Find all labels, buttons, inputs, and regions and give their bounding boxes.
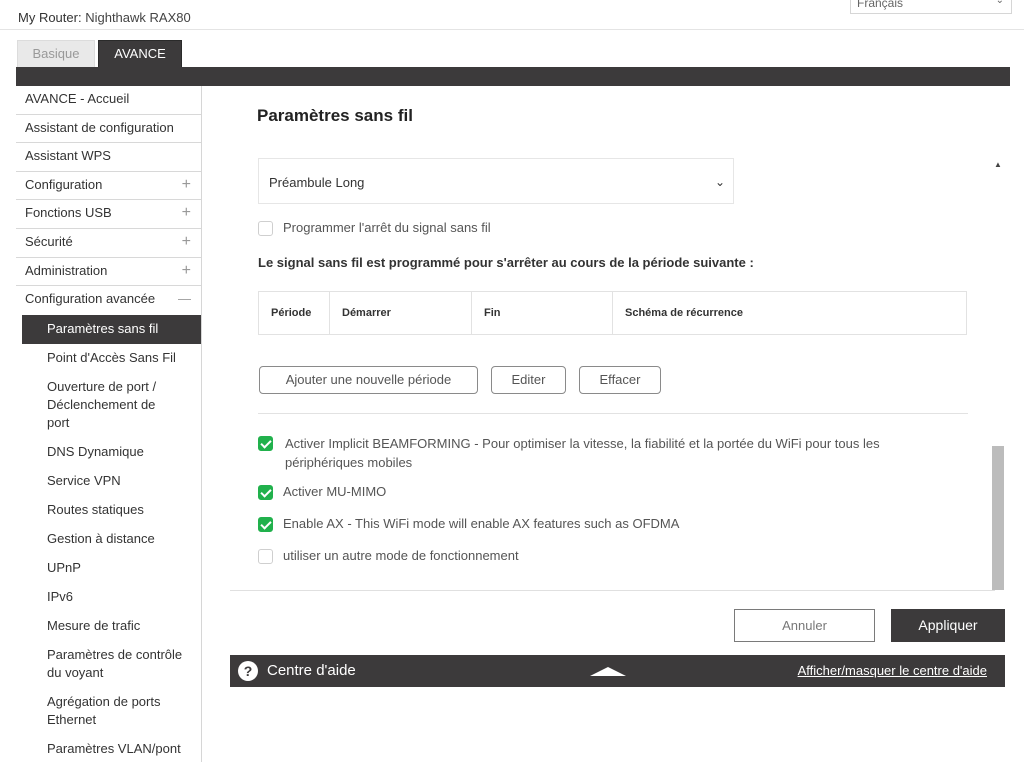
sidebar-item-configuration[interactable]: Configuration +: [16, 172, 201, 201]
sidebar-subitem-upnp[interactable]: UPnP: [16, 554, 201, 583]
schedule-table: Période Démarrer Fin Schéma de récurrenc…: [258, 291, 967, 335]
sidebar-item-label: Assistant WPS: [25, 148, 111, 164]
tab-bar-strip: [16, 67, 1010, 86]
sidebar-subitem-static-routes[interactable]: Routes statiques: [16, 496, 201, 525]
other-mode-row[interactable]: utiliser un autre mode de fonctionnement: [258, 548, 519, 565]
chevron-down-icon: ⌄: [714, 175, 725, 189]
mumimo-row[interactable]: Activer MU-MIMO: [258, 484, 387, 501]
sidebar-subitem-wireless-settings[interactable]: Paramètres sans fil: [22, 314, 201, 344]
sidebar-subitem-vpn[interactable]: Service VPN: [16, 467, 201, 496]
table-header-period: Période: [258, 291, 330, 335]
beamforming-checkbox[interactable]: [258, 436, 273, 451]
router-model: Nighthawk RAX80: [85, 10, 191, 25]
other-mode-checkbox[interactable]: [258, 549, 273, 565]
schedule-off-row[interactable]: Programmer l'arrêt du signal sans fil: [258, 220, 491, 237]
sidebar-item-label: Administration: [25, 262, 108, 278]
scroll-up-icon[interactable]: ▲: [994, 160, 1002, 169]
beamforming-label: Activer Implicit BEAMFORMING - Pour opti…: [285, 436, 880, 470]
sidebar-item-usb[interactable]: Fonctions USB +: [16, 200, 201, 229]
sidebar-item-label: Configuration avancée: [25, 291, 156, 307]
divider: [258, 413, 968, 414]
enable-ax-label: Enable AX - This WiFi mode will enable A…: [283, 516, 680, 531]
sidebar-item-label: Sécurité: [25, 233, 73, 249]
schedule-off-checkbox[interactable]: [258, 221, 273, 237]
sidebar-item-administration[interactable]: Administration +: [16, 258, 201, 287]
router-name: My Router: Nighthawk RAX80: [18, 10, 191, 25]
sidebar: AVANCE - Accueil Assistant de configurat…: [16, 86, 202, 762]
sidebar-item-advanced-setup[interactable]: Configuration avancée —: [16, 286, 201, 315]
sidebar-item-label: AVANCE - Accueil: [25, 91, 130, 106]
table-header-end: Fin: [471, 291, 613, 335]
mumimo-checkbox[interactable]: [258, 485, 273, 501]
sidebar-subitem-remote-management[interactable]: Gestion à distance: [16, 525, 201, 554]
table-header-row: Période Démarrer Fin Schéma de récurrenc…: [258, 291, 967, 335]
router-label: My Router:: [18, 10, 82, 25]
schedule-title: Le signal sans fil est programmé pour s'…: [258, 255, 754, 270]
other-mode-label: utiliser un autre mode de fonctionnement: [283, 548, 519, 563]
sidebar-subitem-wireless-ap[interactable]: Point d'Accès Sans Fil: [16, 344, 201, 373]
expand-icon[interactable]: +: [182, 172, 191, 198]
expand-icon[interactable]: +: [182, 258, 191, 284]
language-value: Français: [857, 0, 904, 10]
sidebar-item-wps-wizard[interactable]: Assistant WPS: [16, 143, 201, 172]
sidebar-item-setup-wizard[interactable]: Assistant de configuration: [16, 115, 201, 144]
enable-ax-checkbox[interactable]: [258, 517, 273, 533]
edit-button[interactable]: Editer: [491, 366, 566, 394]
help-center-bar: ? Centre d'aide Afficher/masquer le cent…: [230, 655, 1005, 687]
expand-up-icon[interactable]: [590, 667, 626, 676]
sidebar-subitem-port-forwarding[interactable]: Ouverture de port / Déclenchement de por…: [16, 373, 201, 438]
sidebar-item-security[interactable]: Sécurité +: [16, 229, 201, 258]
sidebar-item-label: Configuration: [25, 176, 103, 192]
panel-bottom-divider: [230, 590, 995, 591]
tab-basic[interactable]: Basique: [17, 40, 95, 67]
add-period-button[interactable]: Ajouter une nouvelle période: [259, 366, 478, 394]
expand-icon[interactable]: +: [182, 200, 191, 226]
sidebar-item-label: Assistant de configuration: [25, 119, 174, 135]
sidebar-item-label: Fonctions USB: [25, 205, 112, 221]
sidebar-subitem-port-aggregation[interactable]: Agrégation de ports Ethernet: [16, 688, 201, 735]
language-select[interactable]: Français ⌄: [850, 0, 1012, 14]
schedule-off-label: Programmer l'arrêt du signal sans fil: [283, 220, 491, 235]
scrollbar-thumb[interactable]: [992, 446, 1004, 590]
help-icon[interactable]: ?: [238, 661, 258, 681]
delete-button[interactable]: Effacer: [579, 366, 661, 394]
chevron-down-icon: ⌄: [995, 0, 1004, 6]
help-toggle-link[interactable]: Afficher/masquer le centre d'aide: [798, 663, 987, 678]
settings-panel: Préambule Long ⌄ Programmer l'arrêt du s…: [230, 150, 1005, 590]
top-header: My Router: Nighthawk RAX80 Français ⌄: [0, 0, 1024, 30]
sidebar-subitem-traffic-meter[interactable]: Mesure de trafic: [16, 612, 201, 641]
help-center-title: Centre d'aide: [267, 662, 356, 679]
collapse-icon[interactable]: —: [178, 286, 191, 312]
sidebar-subitem-ipv6[interactable]: IPv6: [16, 583, 201, 612]
sidebar-item-advanced-home[interactable]: AVANCE - Accueil: [16, 86, 201, 115]
scrollbar[interactable]: ▲: [992, 160, 1004, 590]
preamble-value: Préambule Long: [269, 175, 365, 190]
sidebar-subitem-vlan-bridge[interactable]: Paramètres VLAN/pont: [16, 735, 201, 762]
beamforming-row[interactable]: Activer Implicit BEAMFORMING - Pour opti…: [258, 434, 948, 472]
sidebar-subitem-led-control[interactable]: Paramètres de contrôle du voyant: [16, 641, 201, 688]
table-header-start: Démarrer: [329, 291, 472, 335]
cancel-button[interactable]: Annuler: [734, 609, 875, 642]
page-title: Paramètres sans fil: [257, 106, 413, 125]
preamble-select[interactable]: Préambule Long ⌄: [258, 158, 734, 204]
enable-ax-row[interactable]: Enable AX - This WiFi mode will enable A…: [258, 516, 680, 533]
sidebar-subitem-dynamic-dns[interactable]: DNS Dynamique: [16, 438, 201, 467]
apply-button[interactable]: Appliquer: [891, 609, 1005, 642]
table-header-recurrence: Schéma de récurrence: [625, 307, 744, 319]
mumimo-label: Activer MU-MIMO: [283, 484, 387, 499]
tab-advanced[interactable]: AVANCE: [98, 40, 182, 67]
expand-icon[interactable]: +: [182, 229, 191, 255]
